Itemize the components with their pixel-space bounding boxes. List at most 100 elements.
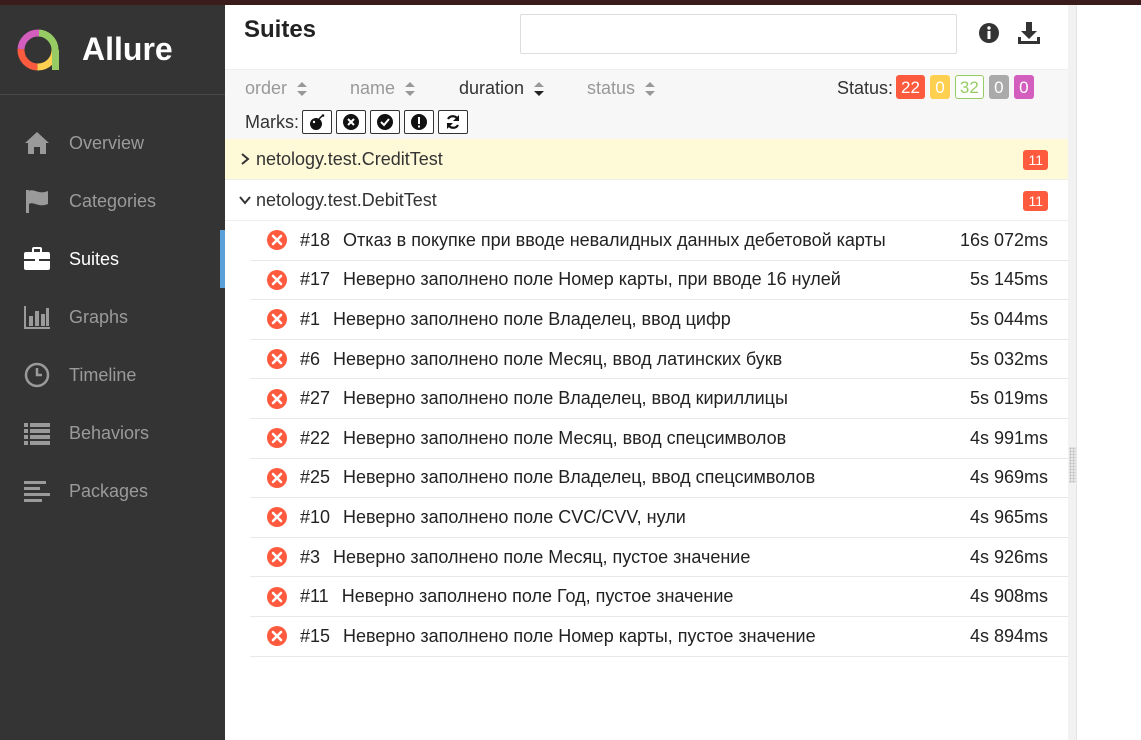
test-name: Неверно заполнено поле Владелец, ввод ци…	[333, 308, 731, 329]
test-order: #3	[300, 546, 321, 567]
test-order: #27	[300, 388, 331, 409]
test-row[interactable]: #10 Неверно заполнено поле CVC/CVV, нули 4…	[250, 498, 1068, 538]
test-order: #10	[300, 506, 331, 527]
test-row[interactable]: #11 Неверно заполнено поле Год, пустое зн…	[250, 577, 1068, 617]
sidebar-nav: Overview Categories Suites Graphs Timeli…	[0, 114, 225, 520]
times-circle-icon	[343, 114, 359, 130]
status-badge-skipped[interactable]: 0	[988, 75, 1009, 99]
test-order: #6	[300, 348, 321, 369]
sort-by-order[interactable]: order	[245, 78, 308, 99]
test-row[interactable]: #1 Неверно заполнено поле Владелец, ввод …	[250, 300, 1068, 340]
test-name: Неверно заполнено поле Год, пустое значе…	[341, 586, 734, 607]
sort-arrows-icon	[405, 81, 416, 96]
home-icon	[23, 129, 51, 157]
mark-flaky-button[interactable]	[302, 110, 332, 134]
suite-row-debit-test[interactable]: netology.test.DebitTest 11	[225, 180, 1068, 221]
mark-new-broken-button[interactable]	[404, 110, 434, 134]
sidebar-item-label: Categories	[69, 190, 157, 211]
list-icon	[23, 419, 51, 447]
page-title: Suites	[244, 16, 317, 43]
sidebar-item-timeline[interactable]: Timeline	[0, 346, 225, 404]
test-row[interactable]: #3 Неверно заполнено поле Месяц, пустое з…	[250, 538, 1068, 578]
test-duration: 4s 908ms	[969, 586, 1048, 607]
exclamation-circle-icon	[411, 114, 427, 130]
test-duration: 4s 991ms	[969, 427, 1048, 448]
test-row[interactable]: #18 Отказ в покупке при вводе невалидных …	[250, 221, 1068, 261]
sorter-label: status	[587, 78, 636, 98]
sidebar: Allure Overview Categories Suites Graphs	[0, 5, 225, 740]
mark-retries-button[interactable]	[438, 110, 468, 134]
test-duration: 5s 019ms	[969, 388, 1048, 409]
test-duration: 4s 926ms	[969, 546, 1048, 567]
sidebar-item-label: Overview	[69, 132, 145, 153]
align-left-icon	[23, 477, 51, 505]
failed-status-icon	[267, 349, 287, 370]
refresh-icon	[446, 115, 460, 129]
test-name: Неверно заполнено поле Номер карты, при …	[343, 269, 841, 290]
bomb-icon	[310, 114, 325, 130]
suite-row-credit-test[interactable]: netology.test.CreditTest 11	[225, 139, 1068, 180]
mark-new-passed-button[interactable]	[370, 110, 400, 134]
sidebar-item-graphs[interactable]: Graphs	[0, 288, 225, 346]
sidebar-item-label: Behaviors	[69, 422, 150, 443]
sort-by-status[interactable]: status	[587, 78, 656, 99]
suite-failed-count: 11	[1023, 191, 1048, 211]
test-duration: 4s 894ms	[969, 625, 1048, 646]
download-icon	[1018, 22, 1040, 44]
status-badge-passed[interactable]: 32	[954, 75, 984, 99]
test-row[interactable]: #27 Неверно заполнено поле Владелец, ввод…	[250, 379, 1068, 419]
filter-bar: order name duration status Status: 22 0 …	[225, 69, 1068, 139]
sorter-label: duration	[459, 78, 525, 98]
brand[interactable]: Allure	[0, 5, 225, 95]
sort-arrows-icon	[534, 81, 545, 96]
search-input[interactable]	[520, 14, 957, 54]
status-badge-unknown[interactable]: 0	[1013, 75, 1034, 99]
download-button[interactable]	[1016, 20, 1042, 46]
status-badge-failed[interactable]: 22	[896, 75, 925, 99]
sidebar-item-behaviors[interactable]: Behaviors	[0, 404, 225, 462]
failed-status-icon	[267, 626, 287, 647]
test-row[interactable]: #15 Неверно заполнено поле Номер карты, п…	[250, 617, 1068, 657]
bar-chart-icon	[23, 303, 51, 331]
test-row[interactable]: #17 Неверно заполнено поле Номер карты, п…	[250, 261, 1068, 301]
marks-filter	[302, 110, 472, 134]
sidebar-item-label: Suites	[69, 248, 120, 269]
sidebar-item-suites[interactable]: Suites	[0, 230, 225, 288]
failed-status-icon	[267, 269, 287, 290]
check-circle-icon	[377, 114, 393, 130]
flag-icon	[23, 187, 51, 215]
test-name: Неверно заполнено поле CVC/CVV, нули	[343, 506, 686, 527]
test-row[interactable]: #25 Неверно заполнено поле Владелец, ввод…	[250, 459, 1068, 499]
test-row[interactable]: #22 Неверно заполнено поле Месяц, ввод сп…	[250, 419, 1068, 459]
info-button[interactable]	[976, 20, 1002, 46]
suite-name: netology.test.CreditTest	[256, 148, 443, 169]
sidebar-item-overview[interactable]: Overview	[0, 114, 225, 172]
test-duration: 16s 072ms	[959, 229, 1048, 250]
test-order: #17	[300, 269, 331, 290]
sidebar-item-label: Graphs	[69, 306, 129, 327]
test-row[interactable]: #6 Неверно заполнено поле Месяц, ввод лат…	[250, 340, 1068, 380]
sort-by-duration[interactable]: duration	[459, 78, 545, 99]
sidebar-item-label: Timeline	[69, 364, 137, 385]
sort-by-name[interactable]: name	[350, 78, 416, 99]
sidebar-item-packages[interactable]: Packages	[0, 462, 225, 520]
failed-status-icon	[267, 467, 287, 488]
status-badge-broken[interactable]: 0	[929, 75, 950, 99]
chevron-right-icon	[239, 153, 251, 165]
failed-status-icon	[267, 507, 287, 528]
test-name: Неверно заполнено поле Владелец, ввод сп…	[343, 467, 816, 488]
sidebar-item-categories[interactable]: Categories	[0, 172, 225, 230]
pane-splitter[interactable]	[1068, 5, 1077, 740]
test-order: #11	[300, 586, 329, 607]
test-order: #18	[300, 229, 331, 250]
status-filter: 22 0 32 0 0	[896, 75, 1039, 99]
mark-new-failed-button[interactable]	[336, 110, 366, 134]
splitter-grip[interactable]	[1069, 447, 1076, 483]
sorter-label: name	[350, 78, 396, 98]
failed-status-icon	[267, 309, 287, 330]
sort-arrows-icon	[297, 81, 308, 96]
clock-icon	[23, 361, 51, 389]
briefcase-icon	[23, 245, 51, 273]
failed-status-icon	[267, 428, 287, 449]
test-duration: 5s 044ms	[969, 308, 1048, 329]
